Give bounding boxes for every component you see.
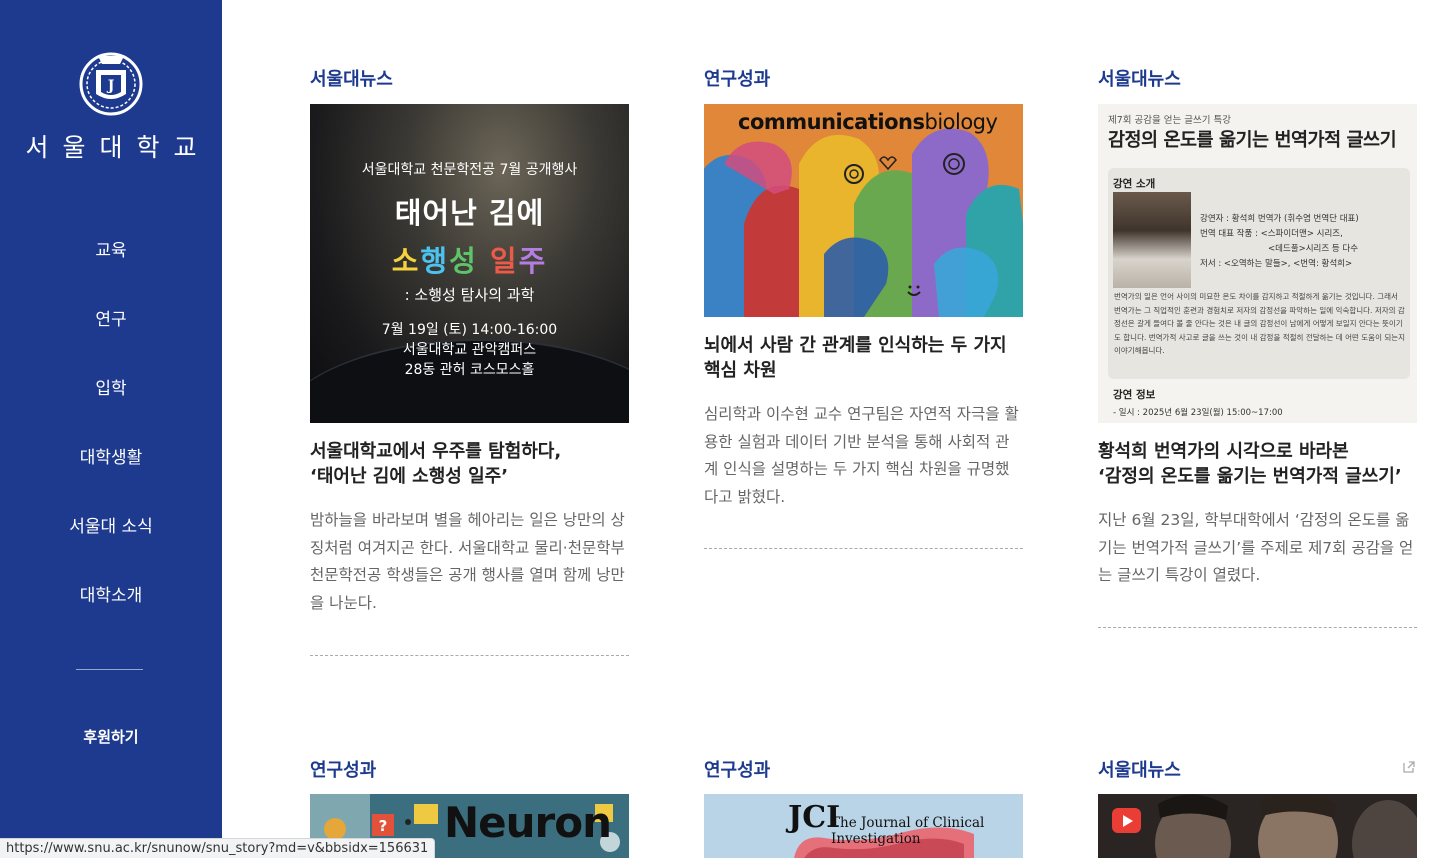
headline-line: ‘감정의 온도를 옮기는 번역가적 글쓰기’	[1098, 466, 1402, 487]
poster-char: 소	[391, 244, 421, 278]
card-thumbnail[interactable]: JCI The Journal of Clinical Investigatio…	[704, 794, 1023, 858]
speaker-photo	[1113, 192, 1191, 288]
news-card[interactable]: 서울대뉴스	[1098, 758, 1417, 858]
poster-speaker: 강연자 : 황석희 번역가 (휘수염 번역단 대표)	[1200, 214, 1359, 224]
poster-info: 7월 19일 (토) 14:00-16:00 서울대학교 관악캠퍼스 28동 관…	[310, 320, 629, 380]
poster-subtitle: 서울대학교 천문학전공 7월 공개행사	[361, 162, 578, 178]
card-description: 심리학과 이수현 교수 연구팀은 자연적 자극을 활용한 실험과 데이터 기반 …	[704, 405, 1019, 506]
poster-title: 감정의 온도를 옮기는 번역가적 글쓰기	[1108, 130, 1397, 151]
poster-info-label: 강연 정보	[1113, 389, 1156, 401]
poster-info-room: 28동 관허 코스모스홀	[404, 362, 535, 378]
nav-link-education[interactable]: 교육	[95, 232, 126, 270]
card-description: 지난 6월 23일, 학부대학에서 ‘감정의 온도를 옮기는 번역가적 글쓰기’…	[1098, 511, 1414, 584]
nav-link-admission[interactable]: 입학	[95, 370, 126, 408]
nav-item-research: 연구	[0, 301, 222, 370]
poster-date: - 일시 : 2025년 6월 23일(월) 15:00~17:00	[1113, 408, 1283, 418]
card-category[interactable]: 서울대뉴스	[1098, 758, 1417, 784]
nav-link-campus-life[interactable]: 대학생활	[80, 439, 143, 477]
headline-line: 서울대학교에서 우주를 탐험하다,	[310, 441, 562, 462]
sidebar: J 서울대학교 교육 연구 입학 대학생활 서울대 소식 대학소개 후원하기	[0, 0, 222, 858]
nav-item-admission: 입학	[0, 370, 222, 439]
poster-works: 번역 대표 작품 : <스파이더맨> 시리즈,	[1200, 229, 1343, 239]
card-category[interactable]: 연구성과	[704, 758, 1023, 784]
logo[interactable]: J 서울대학교	[0, 48, 222, 164]
card-category[interactable]: 연구성과	[704, 67, 1023, 93]
poster-paragraph: 번역가의 일은 언어 사이의 미묘한 온도 차이를 감지하고 적절하게 옮기는 …	[1114, 292, 1406, 355]
nav-link-research[interactable]: 연구	[95, 301, 126, 339]
poster-info-place: 서울대학교 관악캠퍼스	[402, 342, 537, 358]
browser-status-url: https://www.snu.ac.kr/snunow/snu_story?m…	[0, 838, 436, 858]
headline-line: 핵심 차원	[704, 360, 777, 381]
video-thumbnail-art	[1098, 794, 1417, 858]
journal-banner-light: biology	[924, 110, 998, 134]
poster-char: 주	[518, 244, 548, 278]
svg-text:?: ?	[379, 817, 388, 835]
card-divider	[1098, 627, 1417, 628]
card-headline[interactable]: 뇌에서 사람 간 관계를 인식하는 두 가지 핵심 차원	[704, 333, 1023, 383]
card-divider	[310, 655, 629, 656]
card-headline[interactable]: 서울대학교에서 우주를 탐험하다, ‘태어난 김에 소행성 일주’	[310, 439, 629, 489]
donate-link[interactable]: 후원하기	[0, 726, 222, 747]
poster-small-title: 제7회 공감을 얻는 글쓰기 특강	[1108, 115, 1232, 126]
poster-info-date: 7월 19일 (토) 14:00-16:00	[381, 322, 558, 338]
poster-books: 저서 : <오역하는 말들>, <번역: 황석희>	[1200, 259, 1353, 269]
video-play-icon[interactable]	[1112, 808, 1141, 833]
news-card[interactable]: 연구성과 JCI The Journal of Clinical Investi…	[704, 758, 1023, 858]
poster-char: 일	[489, 244, 519, 278]
poster-works-2: <데드풀>시리즈 등 다수	[1268, 244, 1359, 254]
external-link-icon[interactable]	[1402, 760, 1416, 774]
headline-line: 뇌에서 사람 간 관계를 인식하는 두 가지	[704, 335, 1007, 356]
snu-emblem-icon: J	[79, 52, 143, 116]
nav-item-snu-news: 서울대 소식	[0, 508, 222, 577]
poster-char: 행	[420, 244, 450, 278]
news-card[interactable]: 연구성과 communicationsbiology 뇌에서 사람 간 관계를 …	[704, 67, 1023, 549]
logo-text: 서울대학교	[25, 133, 211, 162]
journal-banner: communicationsbiology	[738, 110, 998, 134]
main-nav: 교육 연구 입학 대학생활 서울대 소식 대학소개	[0, 232, 222, 646]
card-category[interactable]: 서울대뉴스	[310, 67, 629, 93]
nav-link-snu-news[interactable]: 서울대 소식	[69, 508, 153, 546]
headline-line: ‘태어난 김에 소행성 일주’	[310, 466, 509, 487]
card-thumbnail[interactable]: 제7회 공감을 얻는 글쓰기 특강 감정의 온도를 옮기는 번역가적 글쓰기 강…	[1098, 104, 1417, 423]
journal-name: The Journal of Clinical Investigation	[831, 815, 985, 847]
card-description: 밤하늘을 바라보며 별을 헤아리는 일은 낭만의 상징처럼 여겨지곤 한다. 서…	[310, 511, 625, 612]
journal-wordmark: Neuron	[444, 798, 612, 847]
nav-item-about: 대학소개	[0, 577, 222, 646]
headline-line: 황석희 번역가의 시각으로 바라본	[1098, 441, 1349, 462]
poster-lecture-label: 강연 소개	[1113, 178, 1156, 190]
journal-banner-bold: communications	[738, 110, 925, 134]
svg-text:J: J	[106, 78, 115, 94]
nav-divider	[76, 669, 143, 670]
card-divider	[704, 548, 1023, 549]
heads-illustration	[704, 104, 1023, 317]
nav-item-education: 교육	[0, 232, 222, 301]
news-card[interactable]: 서울대뉴스 제7회 공감을 얻는 글쓰기 특강 감정의 온도를 옮기는 번역가적…	[1098, 67, 1417, 628]
news-card[interactable]: 서울대뉴스 서울대학교 천문학전공 7월 공개행사 태어난 김에 소행성 일주 …	[310, 67, 629, 656]
poster-char: 성	[449, 244, 478, 278]
poster-rainbow-title: 소행성 일주	[310, 238, 629, 280]
card-thumbnail[interactable]: communicationsbiology	[704, 104, 1023, 317]
nav-item-campus-life: 대학생활	[0, 439, 222, 508]
card-category[interactable]: 연구성과	[310, 758, 629, 784]
card-headline[interactable]: 황석희 번역가의 시각으로 바라본 ‘감정의 온도를 옮기는 번역가적 글쓰기’	[1098, 439, 1417, 489]
card-thumbnail[interactable]: 서울대학교 천문학전공 7월 공개행사 태어난 김에 소행성 일주 : 소행성 …	[310, 104, 629, 423]
nav-link-about[interactable]: 대학소개	[80, 577, 143, 615]
card-thumbnail[interactable]	[1098, 794, 1417, 858]
poster-title: 태어난 김에	[394, 196, 545, 230]
poster-science: : 소행성 탐사의 과학	[404, 286, 535, 304]
card-category[interactable]: 서울대뉴스	[1098, 67, 1417, 93]
